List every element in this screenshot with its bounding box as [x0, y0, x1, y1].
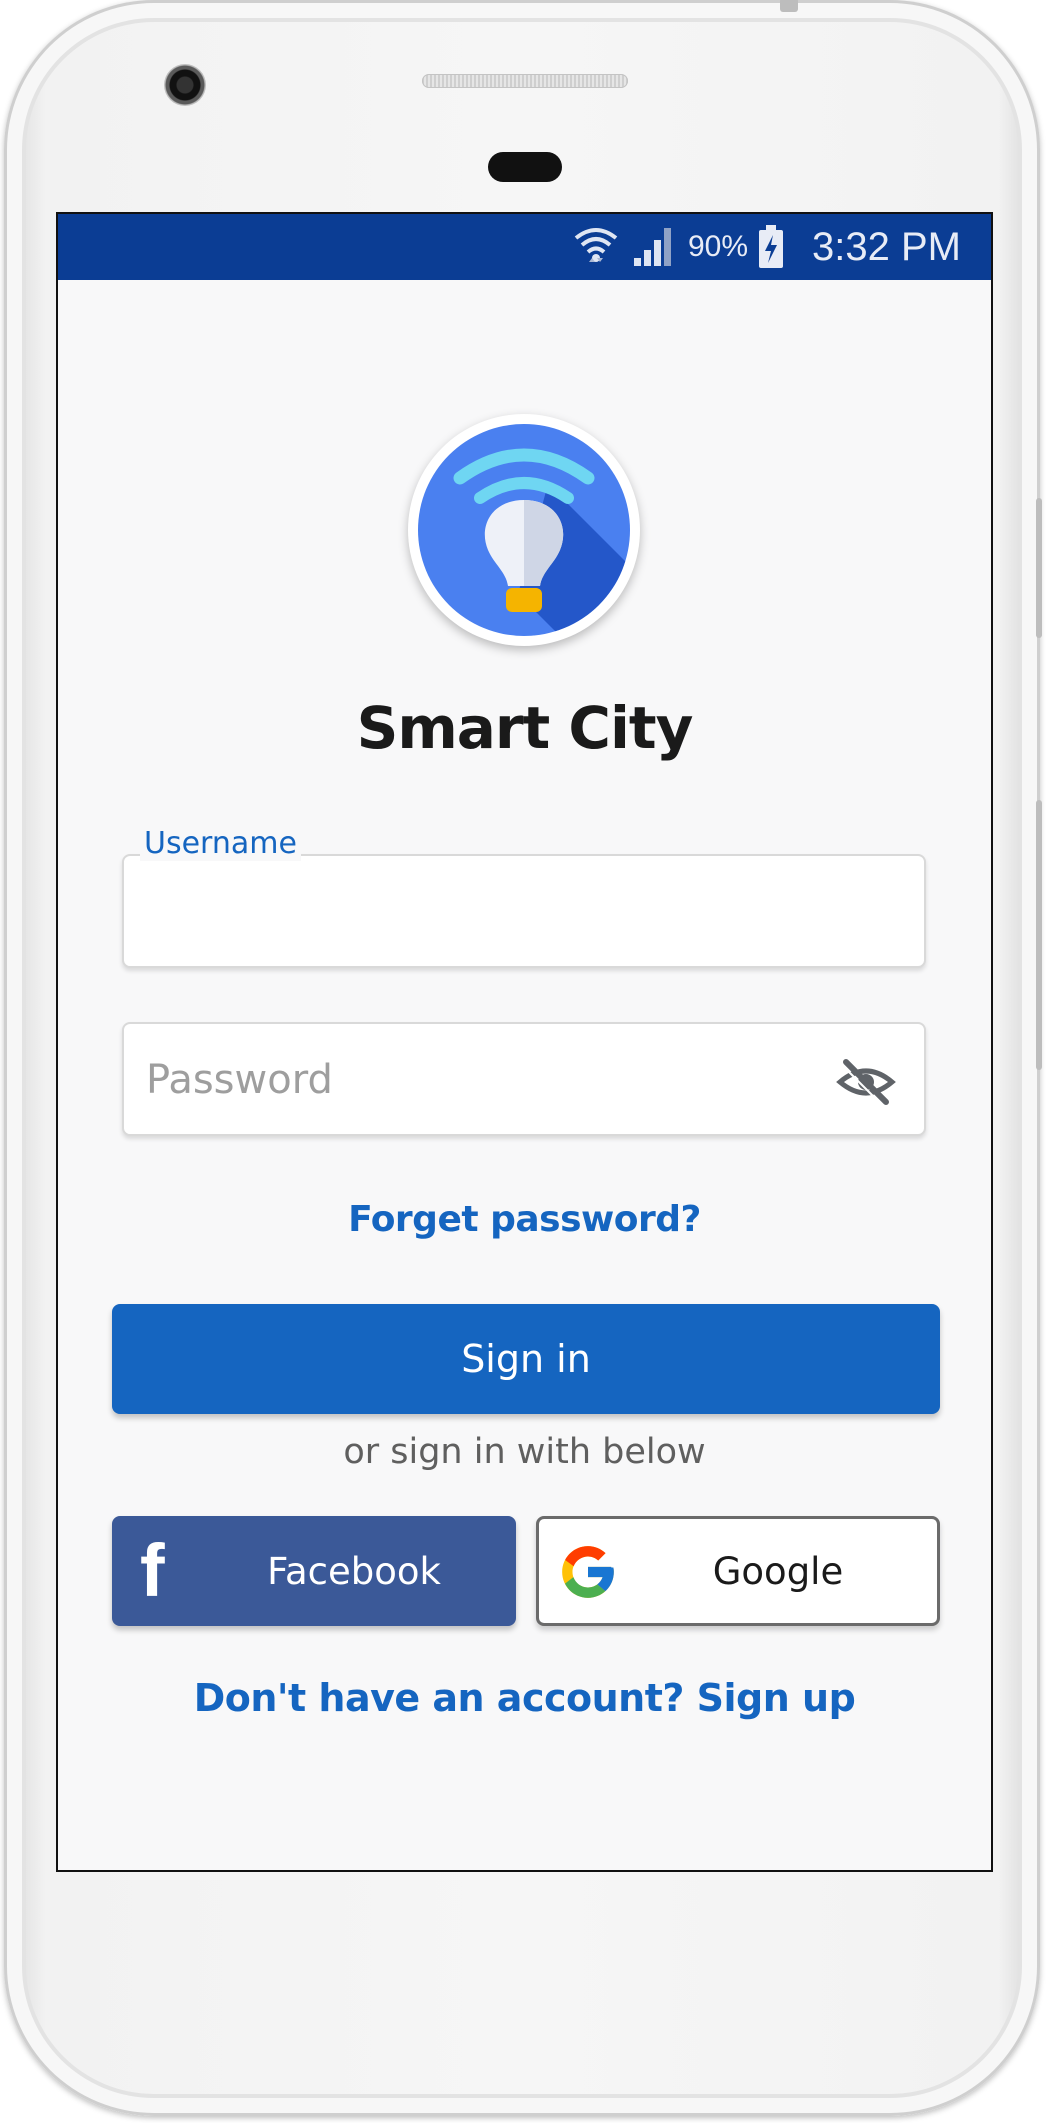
status-bar: 90% 3:32 PM: [58, 214, 991, 280]
sign-in-button[interactable]: Sign in: [112, 1304, 940, 1414]
speaker-grill: [422, 74, 628, 88]
app-screen: 90% 3:32 PM Smart City Username Forget p…: [56, 212, 993, 1872]
visibility-off-icon[interactable]: [836, 1058, 896, 1106]
app-logo: [408, 414, 640, 646]
battery-charging-icon: [759, 225, 784, 268]
sign-in-label: Sign in: [461, 1337, 591, 1381]
app-title: Smart City: [356, 694, 694, 762]
clock-time: 3:32 PM: [812, 224, 961, 269]
password-field[interactable]: [122, 1022, 926, 1136]
volume-button: [1036, 498, 1042, 638]
username-field[interactable]: [122, 854, 926, 968]
signup-link[interactable]: Don't have an account? Sign up: [58, 1676, 991, 1720]
status-icons: 90% 3:32 PM: [572, 214, 961, 280]
google-label: Google: [712, 1549, 844, 1593]
username-label: Username: [140, 826, 301, 861]
facebook-button[interactable]: f Facebook: [112, 1516, 516, 1626]
wifi-icon: [574, 228, 618, 262]
phone-frame: 90% 3:32 PM Smart City Username Forget p…: [4, 0, 1042, 2116]
username-input[interactable]: [144, 856, 808, 968]
top-button: [780, 0, 798, 12]
facebook-label: Facebook: [267, 1549, 441, 1593]
front-camera: [164, 64, 206, 106]
alternative-signin-text: or sign in with below: [343, 1432, 706, 1472]
facebook-icon: f: [140, 1529, 165, 1612]
google-icon: [562, 1546, 614, 1598]
power-button: [1036, 800, 1042, 1070]
earpiece: [488, 152, 562, 182]
smart-bulb-icon: [418, 424, 630, 636]
google-button[interactable]: Google: [536, 1516, 940, 1626]
forget-password-link[interactable]: Forget password?: [58, 1199, 991, 1240]
battery-percent: 90%: [687, 230, 749, 263]
password-input[interactable]: [144, 1024, 808, 1136]
signal-icon: [633, 228, 671, 266]
